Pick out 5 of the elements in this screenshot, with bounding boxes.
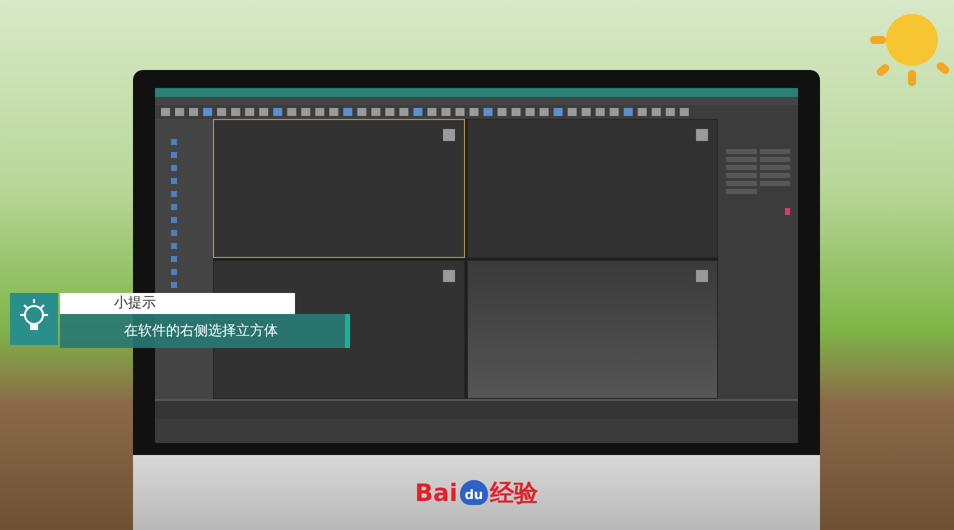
logo-text: 经验 bbox=[490, 478, 538, 508]
paw-logo: du bbox=[460, 480, 488, 505]
logo-text: Bai bbox=[414, 478, 458, 506]
tip-title-toast: 小提示 bbox=[60, 293, 295, 314]
tip-text-toast: 在软件的右侧选择立方体 bbox=[60, 314, 350, 348]
